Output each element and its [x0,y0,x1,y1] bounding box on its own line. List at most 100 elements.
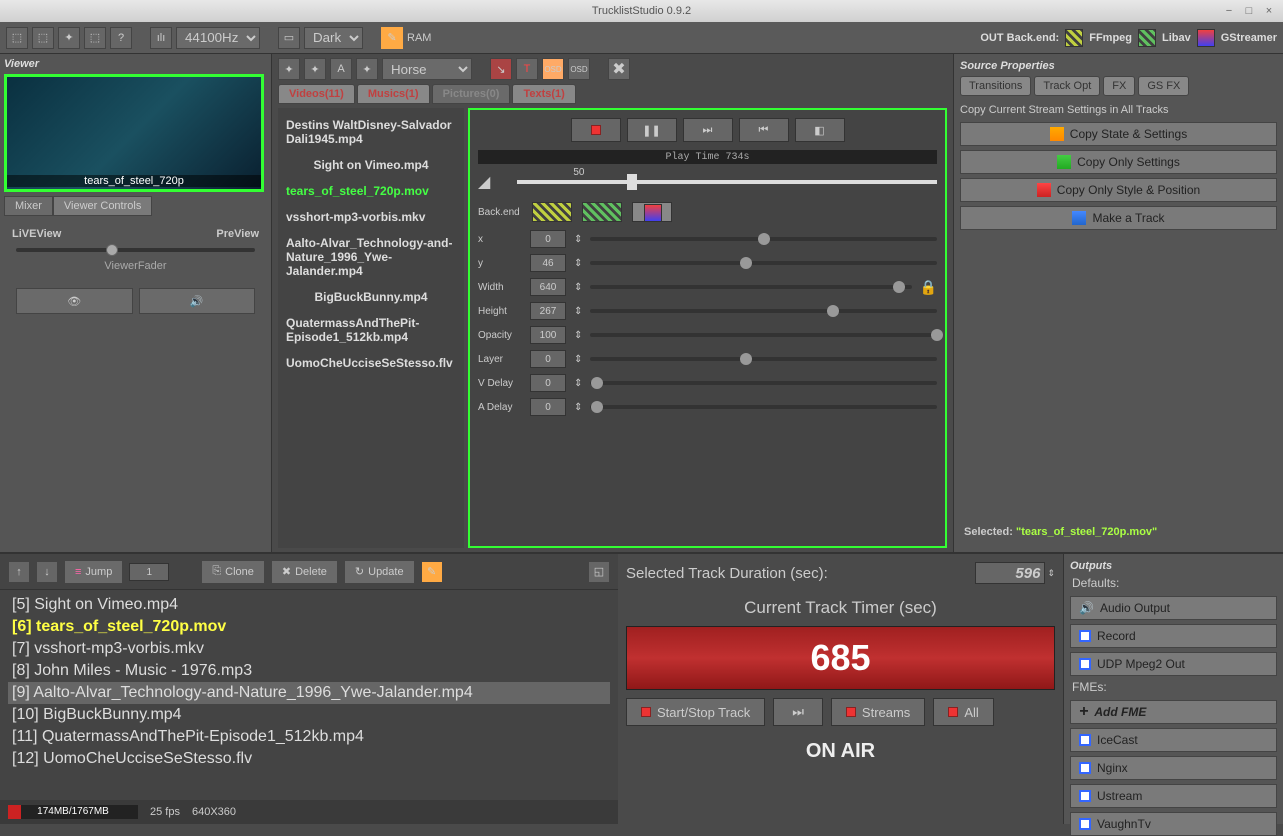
viewer-fader-slider[interactable] [16,248,255,252]
tool-btn-3[interactable]: ✦ [58,27,80,49]
stop-button[interactable] [571,118,621,142]
pause-button[interactable]: ❚❚ [627,118,677,142]
tool-btn-5[interactable]: ? [110,27,132,49]
transport-btn[interactable]: ◧ [795,118,845,142]
opacity-slider[interactable] [590,333,937,337]
ctool-t[interactable]: T [516,58,538,80]
file-item[interactable]: Aalto-Alvar_Technology-and-Nature_1996_Y… [282,230,460,284]
ctool-close[interactable]: ✖ [608,58,630,80]
ctool-2[interactable]: ✦ [304,58,326,80]
tool-btn-2[interactable]: ⬚ [32,27,54,49]
monitor-icon[interactable]: ▭ [278,27,300,49]
minimize-button[interactable]: − [1221,3,1237,19]
speaker-button[interactable]: 🔊 [139,288,256,314]
file-item[interactable]: BigBuckBunny.mp4 [282,284,460,310]
gstreamer-icon[interactable] [1197,29,1215,47]
height-slider[interactable] [590,309,937,313]
backend-gstreamer[interactable] [632,202,672,222]
vdelay-slider[interactable] [590,381,937,385]
ctool-red[interactable]: ↘ [490,58,512,80]
vaughn-button[interactable]: VaughnTv [1070,812,1277,836]
update-button[interactable]: ↻ Update [344,560,415,584]
levels-icon[interactable]: ılı [150,27,172,49]
file-item[interactable]: QuatermassAndThePit-Episode1_512kb.mp4 [282,310,460,350]
track-row[interactable]: [11] QuatermassAndThePit-Episode1_512kb.… [8,726,610,748]
nginx-button[interactable]: Nginx [1070,756,1277,780]
tool-btn-4[interactable]: ⬚ [84,27,106,49]
y-slider[interactable] [590,261,937,265]
duration-value[interactable]: 596 [975,562,1045,584]
track-row[interactable]: [9] Aalto-Alvar_Technology-and-Nature_19… [8,682,610,704]
all-button[interactable]: All [933,698,993,726]
eye-button[interactable]: 👁 [16,288,133,314]
track-list[interactable]: [5] Sight on Vimeo.mp4 [6] tears_of_stee… [0,590,618,800]
ctool-1[interactable]: ✦ [278,58,300,80]
tab-texts[interactable]: Texts(1) [512,84,575,104]
backend-libav[interactable] [582,202,622,222]
maximize-button[interactable]: □ [1241,3,1257,19]
record-button[interactable]: Record [1070,624,1277,648]
track-row[interactable]: [12] UomoCheUcciseSeStesso.flv [8,748,610,770]
tab-musics[interactable]: Musics(1) [357,84,430,104]
ffmpeg-icon[interactable] [1065,29,1083,47]
audio-output-button[interactable]: 🔊Audio Output [1070,596,1277,620]
libav-icon[interactable] [1138,29,1156,47]
tab-mixer[interactable]: Mixer [4,196,53,216]
vdelay-spin[interactable]: 0 [530,374,566,392]
start-stop-button[interactable]: Start/Stop Track [626,698,765,726]
adelay-slider[interactable] [590,405,937,409]
width-spin[interactable]: 640 [530,278,566,296]
ctool-osd1[interactable]: OSD [542,58,564,80]
jump-num[interactable]: 1 [129,563,169,581]
icecast-button[interactable]: IceCast [1070,728,1277,752]
y-spin[interactable]: 46 [530,254,566,272]
ctool-4[interactable]: ✦ [356,58,378,80]
track-row[interactable]: [5] Sight on Vimeo.mp4 [8,594,610,616]
track-row-selected[interactable]: [6] tears_of_steel_720p.mov [8,616,610,638]
udp-button[interactable]: UDP Mpeg2 Out [1070,652,1277,676]
copy-style-button[interactable]: Copy Only Style & Position [960,178,1277,202]
layer-slider[interactable] [590,357,937,361]
width-slider[interactable] [590,285,912,289]
move-down-button[interactable]: ↓ [36,561,58,583]
file-item[interactable]: vsshort-mp3-vorbis.mkv [282,204,460,230]
tab-pictures[interactable]: Pictures(0) [432,84,511,104]
close-button[interactable]: × [1261,3,1277,19]
opacity-spin[interactable]: 100 [530,326,566,344]
track-row[interactable]: [10] BigBuckBunny.mp4 [8,704,610,726]
copy-settings-button[interactable]: Copy Only Settings [960,150,1277,174]
track-row[interactable]: [8] John Miles - Music - 1976.mp3 [8,660,610,682]
jump-button[interactable]: ≡Jump [64,560,123,584]
next-button[interactable]: ⏭ [773,698,823,726]
track-row[interactable]: [7] vsshort-mp3-vorbis.mkv [8,638,610,660]
file-list[interactable]: Destins WaltDisney-Salvador Dali1945.mp4… [278,108,464,548]
add-fme-button[interactable]: +Add FME [1070,700,1277,724]
file-item-selected[interactable]: tears_of_steel_720p.mov [282,178,460,204]
ustream-button[interactable]: Ustream [1070,784,1277,808]
preset-select[interactable]: Horse [382,58,472,80]
copy-state-button[interactable]: Copy State & Settings [960,122,1277,146]
x-slider[interactable] [590,237,937,241]
samplerate-select[interactable]: 44100Hz [176,27,260,49]
adelay-spin[interactable]: 0 [530,398,566,416]
clone-button[interactable]: ⎘ Clone [201,560,265,584]
file-item[interactable]: UomoCheUcciseSeStesso.flv [282,350,460,376]
ctool-osd2[interactable]: OSD [568,58,590,80]
tool-btn-1[interactable]: ⬚ [6,27,28,49]
layer-spin[interactable]: 0 [530,350,566,368]
backend-ffmpeg[interactable] [532,202,572,222]
delete-button[interactable]: ✖ Delete [271,560,338,584]
make-track-button[interactable]: Make a Track [960,206,1277,230]
height-spin[interactable]: 267 [530,302,566,320]
file-item[interactable]: Sight on Vimeo.mp4 [282,152,460,178]
streams-button[interactable]: Streams [831,698,925,726]
theme-select[interactable]: Dark [304,27,363,49]
transport-btn[interactable]: ⏮ [739,118,789,142]
lock-icon[interactable]: 🔒 [920,279,937,296]
tab-gsfx[interactable]: GS FX [1138,76,1189,96]
tab-fx[interactable]: FX [1103,76,1135,96]
x-spin[interactable]: 0 [530,230,566,248]
volume-slider[interactable] [517,180,937,184]
tab-videos[interactable]: Videos(11) [278,84,355,104]
brush-button[interactable]: ✎ [421,561,443,583]
